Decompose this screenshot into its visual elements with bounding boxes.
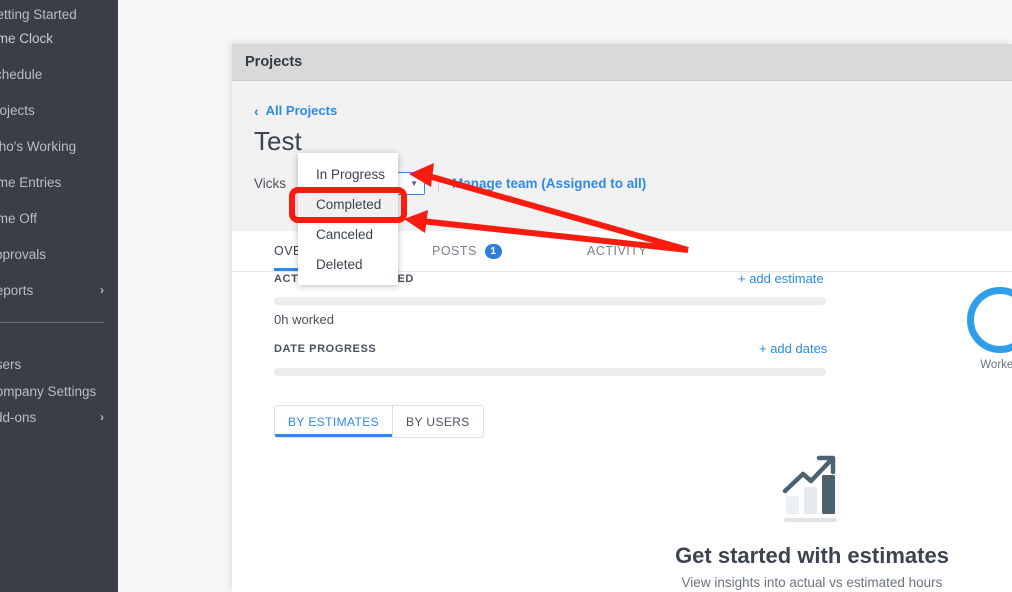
actual-vs-estimated-progress xyxy=(274,297,826,305)
client-name: Vicks xyxy=(254,175,287,191)
status-option-completed[interactable]: Completed xyxy=(298,189,398,219)
worked-donut-chart: Worked xyxy=(960,287,1012,371)
sidebar-item-label: Who's Working xyxy=(0,138,77,154)
sidebar-item-label: Time Off xyxy=(0,210,38,226)
sidebar-item-approvals[interactable]: Approvals xyxy=(0,236,118,272)
status-dropdown-menu[interactable]: In Progress Completed Canceled Deleted xyxy=(298,153,398,285)
sidebar-item-label: Add-ons xyxy=(0,409,37,425)
sidebar-item-label: Reports xyxy=(0,282,34,298)
growth-chart-icon xyxy=(782,455,837,522)
sidebar-item-reports[interactable]: Reports › xyxy=(0,272,118,308)
chevron-right-icon: › xyxy=(100,283,104,297)
tab-posts[interactable]: POSTS 1 xyxy=(432,231,502,271)
back-to-all-projects-link[interactable]: ‹ All Projects xyxy=(254,103,337,118)
estimates-empty-state: Get started with estimates View insights… xyxy=(612,449,1012,590)
sidebar: Getting StartedTime ClockScheduleProject… xyxy=(0,0,118,592)
back-link-label: All Projects xyxy=(265,103,338,118)
empty-state-title: Get started with estimates xyxy=(675,543,949,568)
donut-ring xyxy=(967,287,1012,353)
sidebar-item-label: Schedule xyxy=(0,66,43,82)
tab-activity[interactable]: ACTIVITY xyxy=(587,231,647,271)
chevron-left-icon: ‹ xyxy=(254,102,259,119)
date-progress-bar xyxy=(274,368,826,376)
sidebar-divider xyxy=(0,322,104,323)
sidebar-item-label: Projects xyxy=(0,102,35,118)
sidebar-item-label: Time Entries xyxy=(0,174,62,190)
sidebar-item-schedule[interactable]: Schedule xyxy=(0,56,118,92)
sidebar-item-projects[interactable]: Projects xyxy=(0,92,118,128)
segment-by-estimates[interactable]: BY ESTIMATES xyxy=(275,406,393,437)
panel-header: Projects xyxy=(232,44,1012,81)
project-title: Test xyxy=(254,126,302,156)
segment-by-users[interactable]: BY USERS xyxy=(392,406,483,437)
tab-label: POSTS xyxy=(432,244,477,258)
sidebar-item-label: Approvals xyxy=(0,246,47,262)
status-option-deleted[interactable]: Deleted xyxy=(298,249,398,279)
page-title: Projects xyxy=(245,54,303,70)
sidebar-item-label: Time Clock xyxy=(0,30,54,46)
sidebar-item-who-s-working[interactable]: Who's Working xyxy=(0,128,118,164)
date-progress-label: DATE PROGRESS xyxy=(274,343,377,355)
status-option-in-progress[interactable]: In Progress xyxy=(298,159,398,189)
donut-caption: Worked xyxy=(980,359,1012,371)
tab-badge-count: 1 xyxy=(484,243,502,259)
estimates-view-toggle: BY ESTIMATES BY USERS xyxy=(274,405,484,438)
meta-divider-2 xyxy=(438,174,440,192)
chevron-right-icon: › xyxy=(100,410,104,424)
add-estimate-link[interactable]: + add estimate xyxy=(738,271,824,286)
manage-team-link[interactable]: Manage team (Assigned to all) xyxy=(452,176,646,191)
status-option-canceled[interactable]: Canceled xyxy=(298,219,398,249)
worked-hours-text: 0h worked xyxy=(274,312,334,327)
empty-state-subtitle: View insights into actual vs estimated h… xyxy=(681,575,943,590)
add-dates-link[interactable]: + add dates xyxy=(759,341,827,356)
sidebar-item-time-entries[interactable]: Time Entries xyxy=(0,164,118,200)
projects-panel: Projects ‹ All Projects Test Vicks In Pr… xyxy=(232,44,1012,592)
sidebar-item-label: Company Settings xyxy=(0,383,97,399)
sidebar-item-time-off[interactable]: Time Off xyxy=(0,200,118,236)
sidebar-item-add-ons[interactable]: Add-ons › xyxy=(0,399,118,435)
chevron-down-icon: ▼ xyxy=(410,178,419,188)
sidebar-item-label: Users xyxy=(0,356,22,372)
tab-label: ACTIVITY xyxy=(587,244,648,258)
sidebar-item-time-clock[interactable]: Time Clock xyxy=(0,20,118,56)
